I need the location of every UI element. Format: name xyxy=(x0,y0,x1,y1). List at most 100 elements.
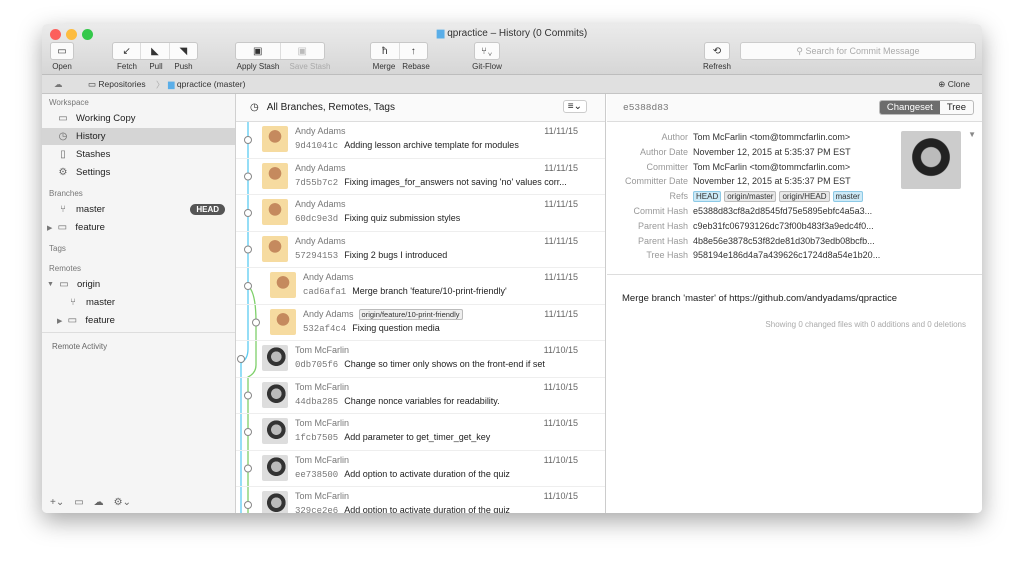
commit-row[interactable]: Tom McFarlin 44dba285 Change nonce variab… xyxy=(236,378,605,414)
commit-message: Merge branch 'master' of https://github.… xyxy=(622,293,898,304)
remote-activity-label: Remote Activity xyxy=(52,342,108,351)
commit-hash: ee738500 xyxy=(295,469,339,480)
remote-folder-feature[interactable]: ▶ ▭ feature xyxy=(42,312,235,329)
field-value[interactable]: Tom McFarlin <tom@tommcfarlin.com> xyxy=(693,132,850,142)
commit-row[interactable]: Andy Adams cad6afa1 Merge branch 'feature… xyxy=(236,268,605,305)
commit-row[interactable]: Tom McFarlin 0db705f6 Change so timer onl… xyxy=(236,341,605,378)
commit-hash: 7d55b7c2 xyxy=(295,177,339,188)
cloud-icon[interactable]: ☁ xyxy=(54,79,63,90)
field-value[interactable]: November 12, 2015 at 5:35:37 PM EST xyxy=(693,147,851,157)
gear-icon[interactable]: ⚙⌄ xyxy=(114,497,131,508)
disclosure-right-icon[interactable]: ▶ xyxy=(47,224,52,232)
sidebar-item-working-copy[interactable]: ▭ Working Copy xyxy=(42,110,235,127)
rebase-icon[interactable]: ↑ xyxy=(400,43,428,59)
disclosure-down-icon[interactable]: ▼ xyxy=(47,281,54,288)
open-button[interactable]: ▭ xyxy=(50,42,74,60)
ref-badge[interactable]: master xyxy=(832,191,863,203)
clone-button[interactable]: ⊕ Clone xyxy=(938,79,970,90)
refresh-button[interactable]: ⟲ xyxy=(704,42,730,60)
commit-date: 11/11/15 xyxy=(544,272,578,282)
sidebar: Workspace ▭ Working Copy ◷ History ▯ Stashe… xyxy=(42,94,236,513)
divider xyxy=(42,332,235,333)
pull-icon[interactable]: ◣ xyxy=(141,43,170,59)
commit-author: Andy Adams xyxy=(295,162,346,173)
search-input[interactable]: ⚲ Search for Commit Message xyxy=(740,42,976,60)
commit-author: Tom McFarlin xyxy=(295,454,350,465)
commit-row[interactable]: Andy Adams 60dc9e3d Fixing quiz submissio… xyxy=(236,195,605,232)
commit-date: 11/11/15 xyxy=(544,126,578,136)
gitflow-button[interactable]: ⑂⌄ xyxy=(474,42,500,60)
commit-row[interactable]: Andy Adams 7d55b7c2 Fixing images_for_ans… xyxy=(236,159,605,195)
stash-group: ▣ ▣ xyxy=(235,42,325,60)
fetch-pull-push-group: ↙ ◣ ◥ xyxy=(112,42,198,60)
sidebar-item-history[interactable]: ◷ History xyxy=(42,128,235,145)
field-label: Committer Date xyxy=(624,176,688,187)
inbox-icon[interactable]: ▭ xyxy=(74,497,83,508)
branch-folder-feature[interactable]: ▶ ▭ feature xyxy=(42,219,235,236)
commit-author: Tom McFarlin xyxy=(295,418,350,428)
avatar xyxy=(262,345,288,371)
ref-badge[interactable]: origin/master xyxy=(724,191,777,203)
branch-master[interactable]: ⑂ master HEAD xyxy=(42,201,235,218)
field-value[interactable]: 4b8e56e3878c53f82de81d30b73edb08bcfb... xyxy=(693,236,875,246)
disclosure-right-icon[interactable]: ▶ xyxy=(57,317,62,325)
ref-badge[interactable]: HEAD xyxy=(693,191,722,203)
avatar xyxy=(270,272,296,298)
commit-row[interactable]: Andy Adams 9d41041c Adding lesson archive… xyxy=(236,122,605,159)
commit-date: 11/10/15 xyxy=(543,454,578,465)
refresh-label: Refresh xyxy=(702,62,731,71)
field-value[interactable]: Tom McFarlin <tom@tommcfarlin.com> xyxy=(693,162,850,172)
commit-author: Tom McFarlin xyxy=(295,381,350,392)
sidebar-item-stashes[interactable]: ▯ Stashes xyxy=(42,146,235,163)
remote-origin[interactable]: ▼ ▭ origin xyxy=(42,276,235,293)
commit-message: 7d55b7c2 Fixing images_for_answers not sa… xyxy=(295,176,567,188)
breadcrumb-repositories[interactable]: ▭ Repositories xyxy=(88,79,146,90)
field-value[interactable]: 958194e186d4a7a439626c1724d8a54e1b20... xyxy=(693,250,880,260)
add-icon[interactable]: +⌄ xyxy=(50,497,64,508)
section-tags: Tags xyxy=(49,244,66,253)
field-label: Parent Hash xyxy=(637,220,688,231)
view-options-button[interactable]: ≡⌄ xyxy=(562,100,587,113)
save-stash-icon[interactable]: ▣ xyxy=(281,43,325,59)
commit-hash: 60dc9e3d xyxy=(295,214,339,224)
commit-author: Andy Adams xyxy=(295,126,346,136)
sidebar-item-settings[interactable]: ⚙ Settings xyxy=(42,164,235,181)
chevron-right-icon: 〉 xyxy=(156,80,165,90)
tab-changeset[interactable]: Changeset xyxy=(879,101,940,114)
commit-row[interactable]: Tom McFarlin ee738500 Add option to activ… xyxy=(236,451,605,487)
branch-filter[interactable]: ◷ All Branches, Remotes, Tags ≡⌄ xyxy=(236,94,605,122)
field-value[interactable]: e5388d83cf8a2d8545fd75e5895ebfc4a5a3... xyxy=(693,206,872,216)
commit-row[interactable]: Tom McFarlin 1fcb7505 Add parameter to ge… xyxy=(236,414,605,451)
clipboard-icon: ▯ xyxy=(60,149,66,160)
commit-row[interactable]: Andy Adams origin/feature/10-print-friend… xyxy=(236,305,605,341)
fetch-label: Fetch xyxy=(116,62,137,71)
save-stash-label: Save Stash xyxy=(289,62,331,71)
breadcrumb-repo[interactable]: ▆ qpractice (master) xyxy=(168,79,245,90)
cloud-icon[interactable]: ☁ xyxy=(94,497,104,508)
branch-icon: ⑂ xyxy=(60,204,66,215)
commit-author: Tom McFarlin xyxy=(295,491,350,501)
fetch-icon[interactable]: ↙ xyxy=(113,43,142,59)
merge-icon[interactable]: ћ xyxy=(371,43,400,59)
field-value[interactable]: c9eb31fc06793126dc73f00b483f3a9edc4f0... xyxy=(693,221,874,231)
commit-row[interactable]: Tom McFarlin 329ce2e6 Add option to activ… xyxy=(236,487,605,513)
ref-badge[interactable]: origin/HEAD xyxy=(779,191,830,203)
apply-stash-label: Apply Stash xyxy=(236,62,280,71)
commit-hash: 57294153 xyxy=(295,250,339,261)
dropdown-triangle-icon[interactable]: ▼ xyxy=(968,130,976,139)
remote-branch-master[interactable]: ⑂ master xyxy=(42,294,235,311)
tab-tree[interactable]: Tree xyxy=(940,101,973,114)
apply-stash-icon[interactable]: ▣ xyxy=(236,43,281,59)
avatar xyxy=(262,418,288,444)
divider xyxy=(607,274,982,275)
commit-row[interactable]: Andy Adams 57294153 Fixing 2 bugs I intro… xyxy=(236,232,605,268)
field-value[interactable]: November 12, 2015 at 5:35:37 PM EST xyxy=(693,176,851,186)
commit-date: 11/10/15 xyxy=(543,381,578,392)
commit-hash: 44dba285 xyxy=(295,396,339,407)
detail-header: e5388d83 Changeset Tree xyxy=(607,94,982,122)
folder-icon: ▭ xyxy=(58,113,68,124)
field-label: Tree Hash xyxy=(646,250,688,261)
avatar xyxy=(262,381,288,408)
push-icon[interactable]: ◥ xyxy=(170,43,197,59)
folder-icon: ▆ xyxy=(436,28,445,39)
